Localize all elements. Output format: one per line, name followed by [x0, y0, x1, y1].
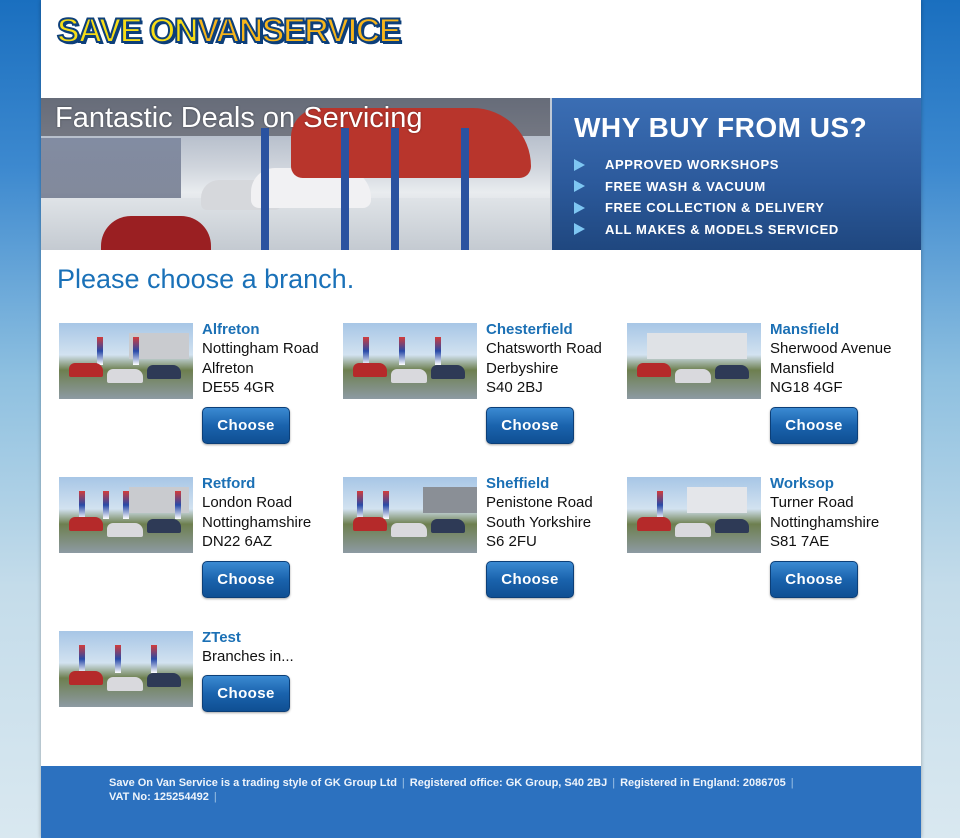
branch-photo — [59, 631, 193, 707]
branch-address-line: Mansfield — [770, 360, 835, 377]
branch-name[interactable]: Retford — [202, 475, 255, 492]
why-buy-panel: WHY BUY FROM US? APPROVED WORKSHOPS FREE… — [550, 98, 921, 250]
benefit-item: FREE WASH & VACUUM — [574, 176, 921, 198]
benefits-list: APPROVED WORKSHOPS FREE WASH & VACUUM FR… — [574, 154, 921, 240]
branch-address-line: Derbyshire — [486, 360, 559, 377]
branch-address-line: DE55 4GR — [202, 379, 275, 396]
workshop-photo: Fantastic Deals on Servicing — [41, 98, 550, 250]
branch-card-sheffield: Sheffield Penistone Road South Yorkshire… — [343, 475, 613, 605]
branch-photo — [627, 477, 761, 553]
benefit-item: APPROVED WORKSHOPS — [574, 154, 921, 176]
hero-banner: Fantastic Deals on Servicing WHY BUY FRO… — [41, 98, 921, 250]
branch-address-line: Alfreton — [202, 360, 254, 377]
branch-address-line: Turner Road — [770, 494, 854, 511]
branch-address-line: S40 2BJ — [486, 379, 543, 396]
branch-name[interactable]: Chesterfield — [486, 321, 573, 338]
choose-button-ztest[interactable]: Choose — [202, 675, 290, 712]
branch-address-line: Branches in... — [202, 648, 294, 665]
branch-address-line: Nottinghamshire — [202, 514, 312, 531]
branch-address-line: Nottinghamshire — [770, 514, 880, 531]
logo-text-service: SERVICE — [261, 11, 403, 51]
branch-address-line: London Road — [202, 494, 293, 511]
footer-trading-style: Save On Van Service is a trading style o… — [109, 777, 397, 789]
footer-registration: Registered in England: 2086705 — [620, 777, 786, 789]
branch-address-line: S6 2FU — [486, 533, 537, 550]
branch-card-mansfield: Mansfield Sherwood Avenue Mansfield NG18… — [627, 321, 897, 451]
branch-address-line: S81 7AE — [770, 533, 830, 550]
branch-photo — [343, 477, 477, 553]
branch-address-line: DN22 6AZ — [202, 533, 273, 550]
branch-card-chesterfield: Chesterfield Chatsworth Road Derbyshire … — [343, 321, 613, 451]
footer-registered-office: Registered office: GK Group, S40 2BJ — [409, 777, 608, 789]
branch-card-retford: Retford London Road Nottinghamshire DN22… — [59, 475, 329, 605]
logo-text-save-on: SAVE ON — [56, 11, 200, 51]
branch-card-worksop: Worksop Turner Road Nottinghamshire S81 … — [627, 475, 897, 605]
footer-vat: VAT No: 125254492 — [109, 791, 209, 803]
branch-name[interactable]: Mansfield — [770, 321, 839, 338]
arrow-bullet-icon — [574, 223, 585, 236]
choose-button-worksop[interactable]: Choose — [770, 561, 858, 598]
footer-separator: | — [790, 777, 794, 789]
branch-photo — [343, 323, 477, 399]
footer-separator: | — [401, 777, 405, 789]
choose-button-mansfield[interactable]: Choose — [770, 407, 858, 444]
branch-photo — [59, 477, 193, 553]
banner-title: Fantastic Deals on Servicing — [55, 102, 423, 134]
page-container: SAVE ONVANSERVICE Fantastic Deals on Ser… — [41, 0, 921, 838]
site-logo[interactable]: SAVE ONVANSERVICE — [56, 11, 403, 51]
logo-text-van: VAN — [196, 11, 264, 51]
branch-photo — [627, 323, 761, 399]
footer-line-2: VAT No: 125254492 | — [109, 790, 921, 804]
benefit-item: ALL MAKES & MODELS SERVICED — [574, 219, 921, 241]
branch-card-alfreton: Alfreton Nottingham Road Alfreton DE55 4… — [59, 321, 329, 451]
branch-grid: Alfreton Nottingham Road Alfreton DE55 4… — [41, 295, 921, 775]
choose-button-retford[interactable]: Choose — [202, 561, 290, 598]
branch-address-line: South Yorkshire — [486, 514, 592, 531]
branch-address-line: Chatsworth Road — [486, 340, 602, 357]
footer: Save On Van Service is a trading style o… — [41, 766, 921, 838]
header: SAVE ONVANSERVICE — [41, 0, 921, 98]
page-title: Please choose a branch. — [57, 264, 355, 294]
branch-photo — [59, 323, 193, 399]
why-buy-title: WHY BUY FROM US? — [574, 112, 868, 143]
choose-button-alfreton[interactable]: Choose — [202, 407, 290, 444]
arrow-bullet-icon — [574, 158, 585, 171]
branch-address-line: Penistone Road — [486, 494, 593, 511]
arrow-bullet-icon — [574, 180, 585, 193]
footer-separator: | — [213, 791, 217, 803]
branch-address-line: Sherwood Avenue — [770, 340, 892, 357]
benefit-item: FREE COLLECTION & DELIVERY — [574, 197, 921, 219]
footer-separator: | — [612, 777, 616, 789]
footer-line-1: Save On Van Service is a trading style o… — [109, 776, 921, 790]
branch-name[interactable]: Sheffield — [486, 475, 549, 492]
arrow-bullet-icon — [574, 201, 585, 214]
choose-button-sheffield[interactable]: Choose — [486, 561, 574, 598]
branch-address-line: Nottingham Road — [202, 340, 319, 357]
choose-button-chesterfield[interactable]: Choose — [486, 407, 574, 444]
branch-card-ztest: ZTest Branches in... Choose — [59, 629, 329, 759]
branch-name[interactable]: ZTest — [202, 629, 241, 646]
branch-name[interactable]: Alfreton — [202, 321, 260, 338]
branch-address-line: NG18 4GF — [770, 379, 843, 396]
branch-name[interactable]: Worksop — [770, 475, 834, 492]
